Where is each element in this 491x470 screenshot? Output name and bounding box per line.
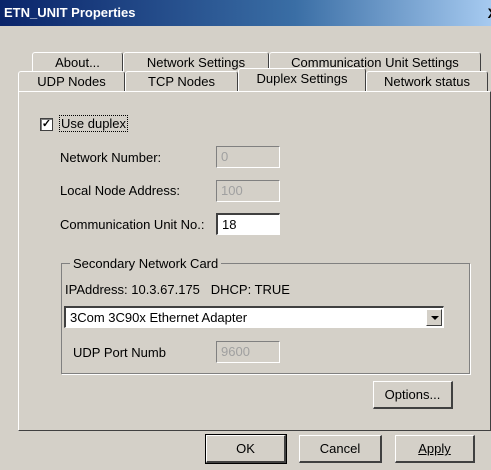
udp-port-field[interactable]: 9600 bbox=[216, 341, 280, 363]
secondary-network-card-title: Secondary Network Card bbox=[70, 256, 222, 271]
adapter-select-value: 3Com 3C90x Ethernet Adapter bbox=[70, 310, 248, 325]
tab-network-status[interactable]: Network status bbox=[366, 71, 488, 91]
apply-button[interactable]: Apply bbox=[395, 435, 475, 463]
local-node-address-field[interactable]: 100 bbox=[216, 180, 280, 202]
use-duplex-label[interactable]: Use duplex bbox=[59, 115, 129, 132]
communication-unit-field[interactable]: 18 bbox=[216, 213, 280, 235]
local-node-address-label: Local Node Address: bbox=[60, 183, 180, 198]
udp-port-label: UDP Port Numb bbox=[73, 345, 166, 360]
network-number-field[interactable]: 0 bbox=[216, 146, 280, 168]
options-button[interactable]: Options... bbox=[373, 381, 453, 409]
cancel-button[interactable]: Cancel bbox=[299, 435, 382, 463]
chevron-down-icon[interactable] bbox=[426, 309, 442, 326]
window-title: ETN_UNIT Properties bbox=[4, 5, 136, 20]
tab-tcp-nodes[interactable]: TCP Nodes bbox=[125, 71, 238, 91]
use-duplex-checkbox[interactable]: ✓ bbox=[40, 118, 53, 131]
ip-dhcp-info: IPAddress: 10.3.67.175 DHCP: TRUE bbox=[65, 282, 290, 297]
adapter-select[interactable]: 3Com 3C90x Ethernet Adapter bbox=[64, 306, 444, 328]
close-icon[interactable]: X bbox=[488, 5, 491, 21]
tab-udp-nodes[interactable]: UDP Nodes bbox=[18, 71, 125, 91]
title-bar: ETN_UNIT Properties X bbox=[0, 0, 491, 26]
tab-about[interactable]: About... bbox=[32, 52, 123, 72]
tab-duplex-settings[interactable]: Duplex Settings bbox=[238, 68, 366, 91]
ok-button[interactable]: OK bbox=[205, 434, 287, 464]
communication-unit-label: Communication Unit No.: bbox=[60, 217, 205, 232]
network-number-label: Network Number: bbox=[60, 150, 162, 165]
